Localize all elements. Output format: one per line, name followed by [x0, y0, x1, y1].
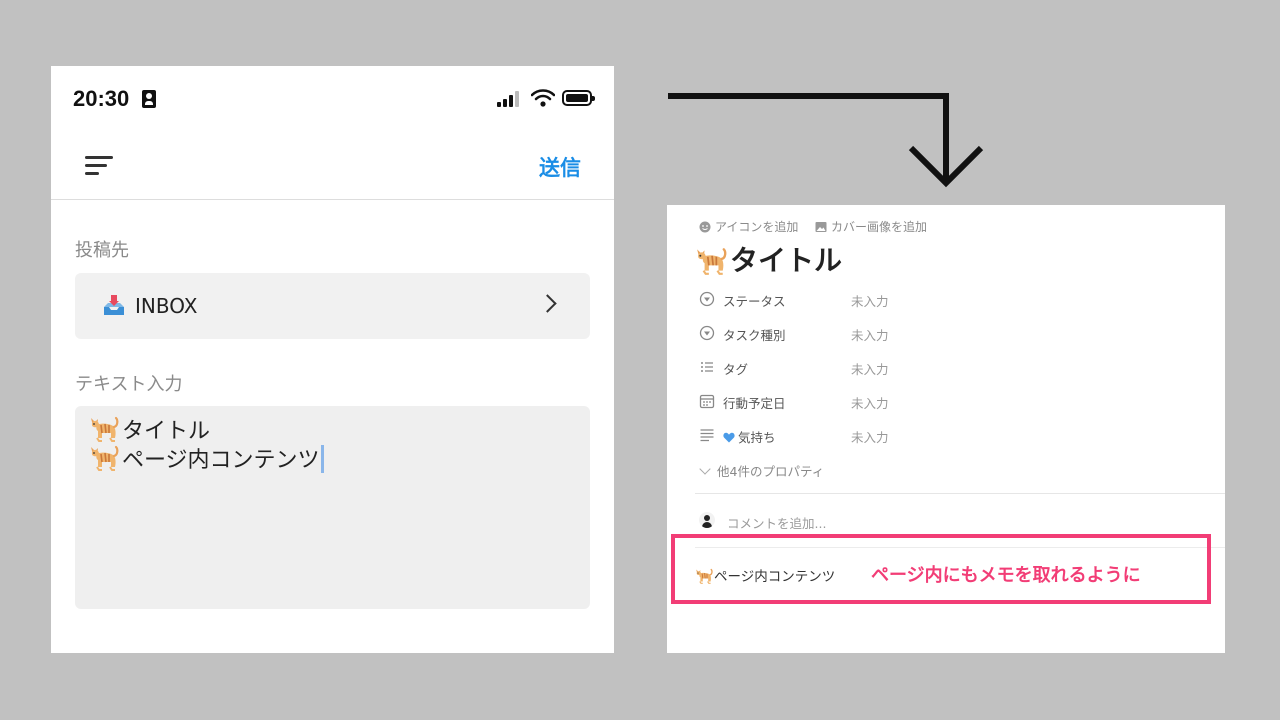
- property-value: 未入力: [851, 362, 889, 377]
- page-title[interactable]: タイトル: [695, 239, 842, 279]
- add-cover-button[interactable]: カバー画像を追加: [815, 218, 927, 235]
- calendar-icon: [699, 394, 715, 409]
- text-caret: [320, 445, 324, 473]
- property-row-task-type[interactable]: タスク種別 未入力: [699, 322, 1199, 348]
- text-input-area[interactable]: タイトル ページ内コンテンツ: [75, 406, 590, 609]
- status-time: 20:30: [73, 86, 130, 111]
- property-row-tag[interactable]: タグ 未入力: [699, 356, 1199, 382]
- cat-icon: [89, 414, 119, 442]
- property-row-planned-date[interactable]: 行動予定日 未入力: [699, 390, 1199, 416]
- property-name: タグ: [723, 362, 749, 377]
- cellular-signal-icon: [497, 90, 523, 107]
- chevron-down-icon: [699, 463, 711, 475]
- phone-screen: 20:30 送信 投稿先 INBOX テキスト入力 タイトル ページ内コンテンツ: [51, 66, 614, 653]
- text-lines-icon: [700, 429, 714, 442]
- menu-lines-icon[interactable]: [85, 156, 113, 178]
- smiley-icon: [699, 221, 711, 233]
- add-icon-button[interactable]: アイコンを追加: [699, 218, 798, 235]
- property-name: 行動予定日: [723, 396, 786, 411]
- property-name: タスク種別: [723, 328, 786, 343]
- property-value: 未入力: [851, 294, 889, 309]
- property-value: 未入力: [851, 328, 889, 343]
- battery-icon: [562, 90, 595, 106]
- wifi-icon: [531, 89, 555, 107]
- destination-value: INBOX: [135, 294, 198, 318]
- text-line-title: タイトル: [89, 413, 210, 445]
- annotation-text: ページ内にもメモを取れるように: [871, 565, 1141, 586]
- cat-icon: [89, 443, 119, 471]
- avatar-icon: [699, 512, 715, 528]
- header-divider: [51, 199, 614, 200]
- more-properties-toggle[interactable]: 他4件のプロパティ: [699, 461, 824, 480]
- property-name: 気持ち: [723, 427, 776, 446]
- destination-select[interactable]: INBOX: [75, 273, 590, 339]
- property-row-status[interactable]: ステータス 未入力: [699, 288, 1199, 314]
- comment-placeholder: コメントを追加...: [727, 516, 827, 531]
- send-button[interactable]: 送信: [539, 152, 581, 182]
- property-name: ステータス: [723, 294, 786, 309]
- select-circle-icon: [699, 325, 715, 341]
- property-row-feeling[interactable]: 気持ち 未入力: [699, 424, 1199, 450]
- chevron-right-icon: [538, 294, 557, 313]
- text-line-content: ページ内コンテンツ: [89, 442, 324, 474]
- blue-heart-icon: [723, 432, 735, 443]
- text-input-label: テキスト入力: [75, 374, 183, 395]
- destination-label: 投稿先: [75, 240, 129, 261]
- property-value: 未入力: [851, 430, 889, 445]
- inbox-tray-icon: [104, 295, 124, 315]
- property-value: 未入力: [851, 396, 889, 411]
- image-icon: [815, 222, 827, 232]
- cat-icon: [695, 245, 727, 275]
- divider: [695, 493, 1225, 494]
- flow-arrow-icon: [668, 93, 984, 188]
- select-circle-icon: [699, 291, 715, 307]
- list-icon: [701, 362, 713, 372]
- contact-card-icon: [142, 90, 156, 108]
